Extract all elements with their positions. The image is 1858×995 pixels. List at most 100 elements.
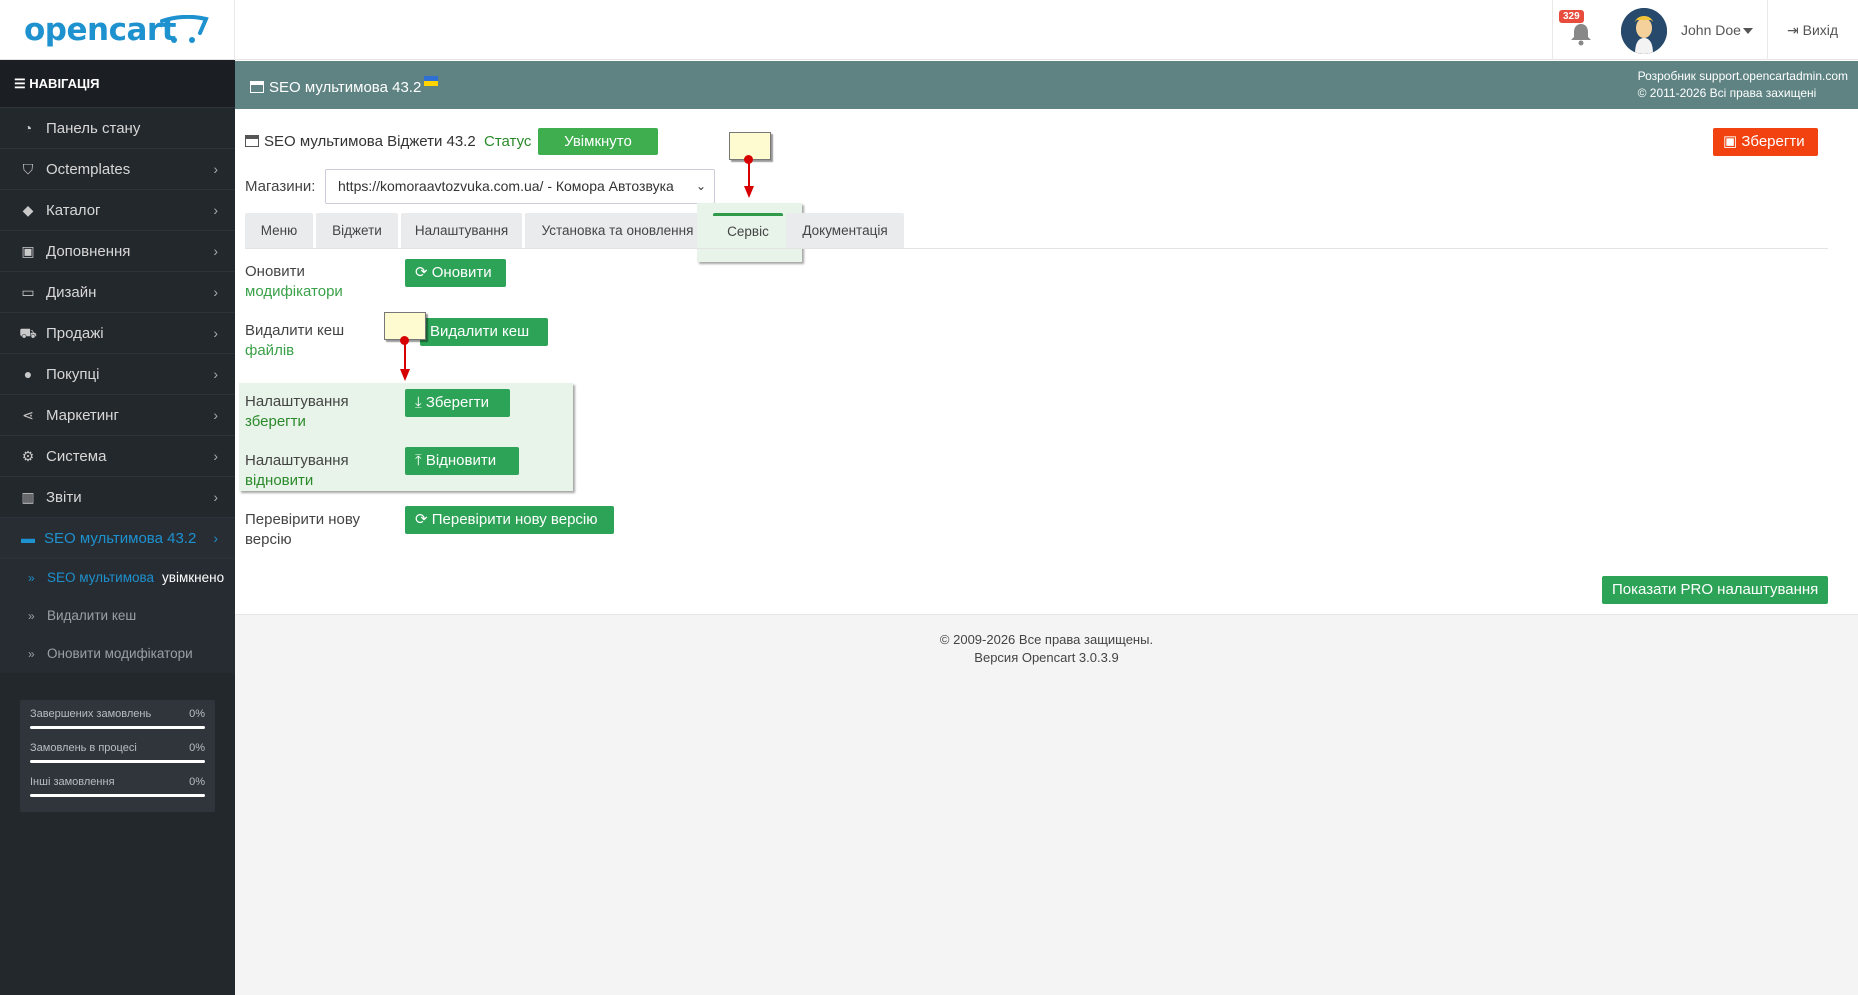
- double-chevron-icon: »: [28, 571, 35, 585]
- chevron-down-icon[interactable]: [1743, 28, 1753, 34]
- progress-bar: [30, 760, 205, 763]
- sidebar-item-design[interactable]: ▭ Дизайн ›: [0, 272, 235, 313]
- user-icon: ●: [23, 366, 33, 382]
- tab-divider: [245, 248, 1828, 249]
- stat-processing: Замовлень в процесі 0%: [30, 742, 205, 776]
- check-version-button[interactable]: ⟳ Перевірити нову версію: [405, 506, 614, 534]
- chevron-right-icon: ›: [213, 530, 218, 546]
- puzzle-icon: ▣: [21, 243, 35, 259]
- avatar[interactable]: [1621, 8, 1667, 54]
- sidebar-item-octemplates[interactable]: ⛉ Octemplates ›: [0, 149, 235, 190]
- logout-link[interactable]: ⇥ Вихід: [1787, 22, 1838, 39]
- status-label: Статус: [484, 133, 532, 150]
- shield-icon: ⛉: [22, 161, 34, 177]
- monitor-icon: ▭: [21, 284, 35, 300]
- sidebar-item-catalog[interactable]: ◆ Каталог ›: [0, 190, 235, 231]
- chevron-right-icon: ›: [213, 325, 218, 341]
- refresh-icon: ⟳: [415, 264, 432, 281]
- header-divider: [234, 0, 235, 60]
- sidebar-item-marketing[interactable]: ⋖ Маркетинг ›: [0, 395, 235, 436]
- annotation-arrow: [404, 341, 406, 369]
- chevron-right-icon: ›: [213, 161, 218, 177]
- tags-icon: ◆: [22, 202, 34, 218]
- store-select[interactable]: https://komoraavtozvuka.com.ua/ - Комора…: [325, 169, 715, 204]
- annotation-arrowhead: [400, 369, 410, 381]
- hamburger-icon: ☰: [14, 76, 30, 91]
- tab-settings[interactable]: Налаштування: [401, 213, 522, 248]
- sidebar-item-sales[interactable]: ⛟ Продажі ›: [0, 313, 235, 354]
- dashboard-icon: ◔: [23, 120, 33, 136]
- page-title: SEO мультимова 43.2: [250, 76, 439, 96]
- chevron-right-icon: ›: [213, 407, 218, 423]
- chevron-right-icon: ›: [213, 243, 218, 259]
- tab-install-update[interactable]: Установка та оновлення: [525, 213, 710, 248]
- window-icon: [245, 135, 259, 147]
- opencart-logo[interactable]: opencart: [24, 12, 209, 52]
- upload-icon: ⤒: [415, 452, 426, 469]
- chevron-right-icon: ›: [213, 489, 218, 505]
- tab-documentation[interactable]: Документація: [786, 213, 904, 248]
- sidebar-item-seo-multilang[interactable]: ▬ SEO мультимова 43.2 ›: [0, 518, 235, 559]
- status-toggle-button[interactable]: Увімкнуто: [538, 128, 658, 155]
- progress-bar: [30, 726, 205, 729]
- window-icon: [250, 81, 264, 93]
- window-icon: ▬: [21, 530, 35, 546]
- header-divider: [1552, 0, 1553, 60]
- download-icon: ⤓: [415, 394, 426, 411]
- footer-copyright: © 2009-2026 Все права защищены.: [939, 632, 1154, 647]
- chevron-right-icon: ›: [213, 284, 218, 300]
- tab-service[interactable]: Сервіс: [713, 213, 783, 248]
- submenu-item-refresh-modifiers[interactable]: » Оновити модифікатори: [0, 635, 235, 673]
- top-header: opencart 329 John Doe ⇥ Вихід: [0, 0, 1858, 60]
- settings-restore-button[interactable]: ⤒ Відновити: [405, 447, 519, 475]
- annotation-arrow: [748, 160, 750, 186]
- stat-other: Інші замовлення 0%: [30, 776, 205, 810]
- cart-icon: ⛟: [19, 325, 37, 341]
- sidebar-item-customers[interactable]: ● Покупці ›: [0, 354, 235, 395]
- save-button[interactable]: ▣ Зберегти: [1713, 128, 1818, 156]
- user-name[interactable]: John Doe: [1681, 22, 1741, 38]
- settings-save-button[interactable]: ⤓ Зберегти: [405, 389, 510, 417]
- gear-icon: ⚙: [21, 448, 35, 464]
- developer-info: Розробник support.opencartadmin.com © 20…: [1637, 69, 1848, 100]
- page-header-bar: SEO мультимова 43.2 Розробник support.op…: [235, 61, 1858, 109]
- refresh-icon: ⟳: [415, 511, 432, 528]
- sidebar-item-extensions[interactable]: ▣ Доповнення ›: [0, 231, 235, 272]
- sidebar-item-dashboard[interactable]: ◔ Панель стану: [0, 108, 235, 149]
- order-stats-panel: Завершених замовлень 0% Замовлень в проце…: [20, 700, 215, 812]
- stat-completed: Завершених замовлень 0%: [30, 708, 205, 742]
- double-chevron-icon: »: [28, 609, 35, 623]
- annotation-arrowhead: [744, 186, 754, 198]
- check-version-label: Перевірити нову версію: [245, 511, 361, 548]
- clear-cache-button[interactable]: Видалити кеш: [420, 318, 548, 346]
- ukraine-flag-icon: [424, 76, 439, 86]
- refresh-modifiers-label: Оновити модифікатори: [245, 263, 343, 300]
- floppy-icon: ▣: [1723, 133, 1742, 150]
- submenu-item-clear-cache[interactable]: » Видалити кеш: [0, 597, 235, 635]
- module-title: SEO мультимова Віджети 43.2: [245, 133, 476, 150]
- footer-version: Версия Opencart 3.0.3.9: [974, 650, 1119, 665]
- chevron-down-icon: ⌄: [695, 179, 706, 193]
- chevron-right-icon: ›: [213, 448, 218, 464]
- tab-menu[interactable]: Меню: [245, 213, 313, 248]
- refresh-modifiers-button[interactable]: ⟳ Оновити: [405, 259, 506, 287]
- submenu-item-seo-multilang[interactable]: » SEO мультимова увімкнено: [0, 559, 235, 597]
- tab-widgets[interactable]: Віджети: [316, 213, 398, 248]
- sidebar-item-reports[interactable]: ▥ Звіти ›: [0, 477, 235, 518]
- header-divider: [1767, 0, 1768, 60]
- share-icon: ⋖: [22, 407, 34, 423]
- stores-label: Магазини:: [245, 178, 316, 195]
- logout-icon: ⇥: [1787, 22, 1803, 38]
- clear-cache-label: Видалити кеш файлів: [245, 322, 345, 359]
- bar-chart-icon: ▥: [21, 489, 35, 505]
- show-pro-settings-button[interactable]: Показати PRO налаштування: [1602, 576, 1828, 604]
- settings-save-label: Налаштування зберегти: [245, 393, 349, 430]
- sidebar: ☰ НАВІГАЦІЯ ◔ Панель стану ⛉ Octemplates › …: [0, 60, 235, 995]
- notifications-badge: 329: [1559, 10, 1584, 23]
- double-chevron-icon: »: [28, 647, 35, 661]
- sidebar-item-system[interactable]: ⚙ Система ›: [0, 436, 235, 477]
- progress-bar: [30, 794, 205, 797]
- nav-header[interactable]: ☰ НАВІГАЦІЯ: [0, 60, 235, 108]
- settings-restore-label: Налаштування відновити: [245, 452, 349, 489]
- chevron-right-icon: ›: [213, 202, 218, 218]
